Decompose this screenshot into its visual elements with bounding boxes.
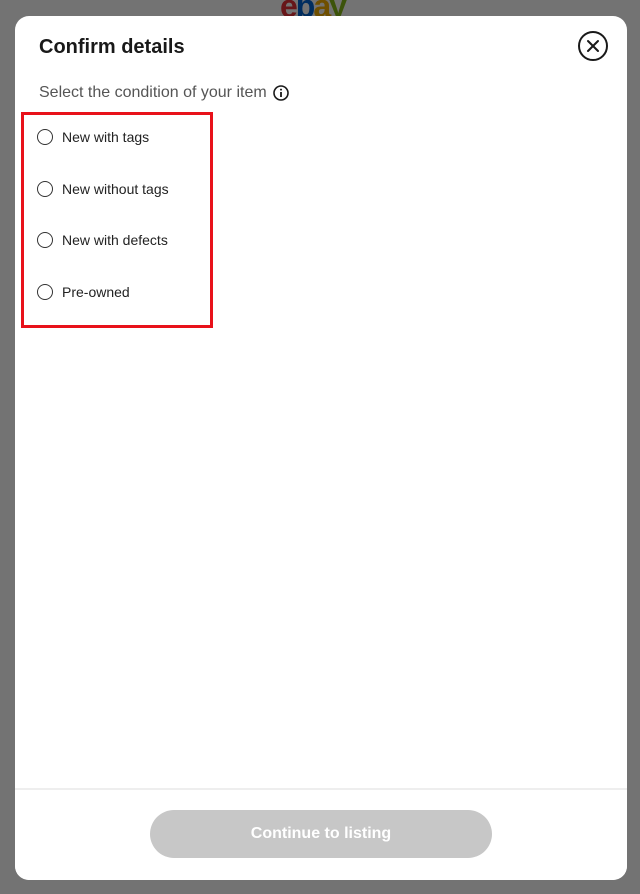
- option-new-without-tags[interactable]: New without tags: [37, 178, 169, 200]
- radio-button[interactable]: [37, 180, 53, 197]
- option-label: New without tags: [62, 180, 169, 197]
- radio-button[interactable]: [37, 283, 53, 300]
- option-label: Pre-owned: [62, 283, 130, 300]
- radio-button[interactable]: [37, 129, 53, 145]
- close-button[interactable]: [578, 31, 608, 61]
- close-icon: [587, 40, 599, 52]
- modal-footer: Continue to listing: [15, 788, 627, 880]
- info-icon[interactable]: [272, 85, 289, 101]
- option-label: New with defects: [62, 232, 168, 248]
- modal-title: Confirm details: [39, 36, 185, 58]
- option-pre-owned[interactable]: Pre-owned: [37, 281, 169, 303]
- radio-button[interactable]: [37, 232, 53, 248]
- condition-prompt: Select the condition of your item: [39, 84, 289, 102]
- option-new-with-tags[interactable]: New with tags: [37, 126, 169, 148]
- option-new-with-defects[interactable]: New with defects: [37, 229, 169, 251]
- confirm-details-modal: Confirm details Select the condition of …: [15, 16, 627, 880]
- condition-options: New with tags New without tags New with …: [37, 126, 169, 332]
- continue-to-listing-button[interactable]: Continue to listing: [150, 810, 492, 858]
- option-label: New with tags: [62, 129, 150, 145]
- condition-prompt-text: Select the condition of your item: [39, 84, 267, 101]
